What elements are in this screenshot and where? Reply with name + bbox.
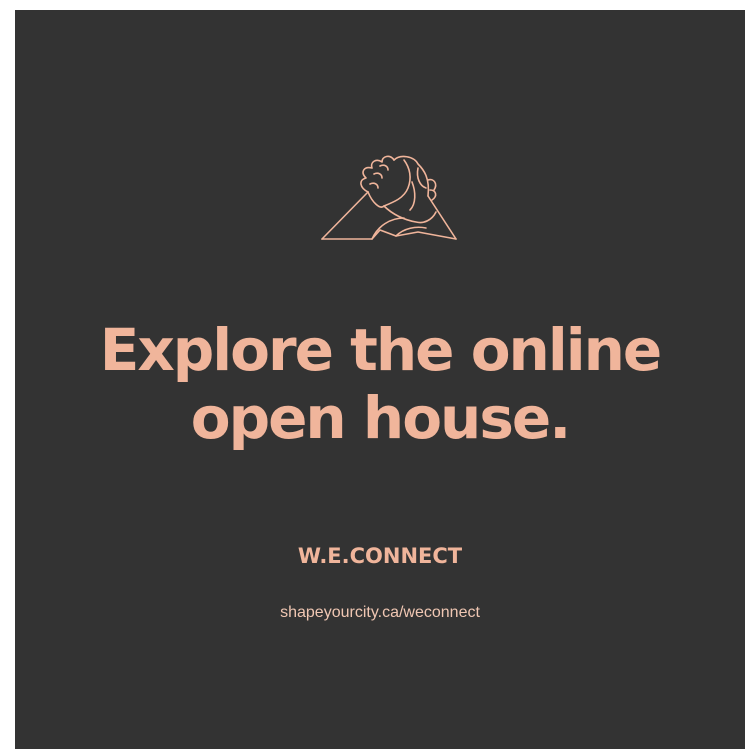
poster-panel: Explore the online open house. W.E.CONNE… <box>15 10 745 749</box>
headline-line-1: Explore the online <box>99 316 662 384</box>
website-url: shapeyourcity.ca/weconnect <box>280 604 480 621</box>
clasped-hands-icon <box>321 155 457 240</box>
brand-name: W.E.CONNECT <box>297 544 463 568</box>
headline: Explore the online open house. <box>15 316 745 452</box>
headline-line-2: open house. <box>190 384 572 452</box>
